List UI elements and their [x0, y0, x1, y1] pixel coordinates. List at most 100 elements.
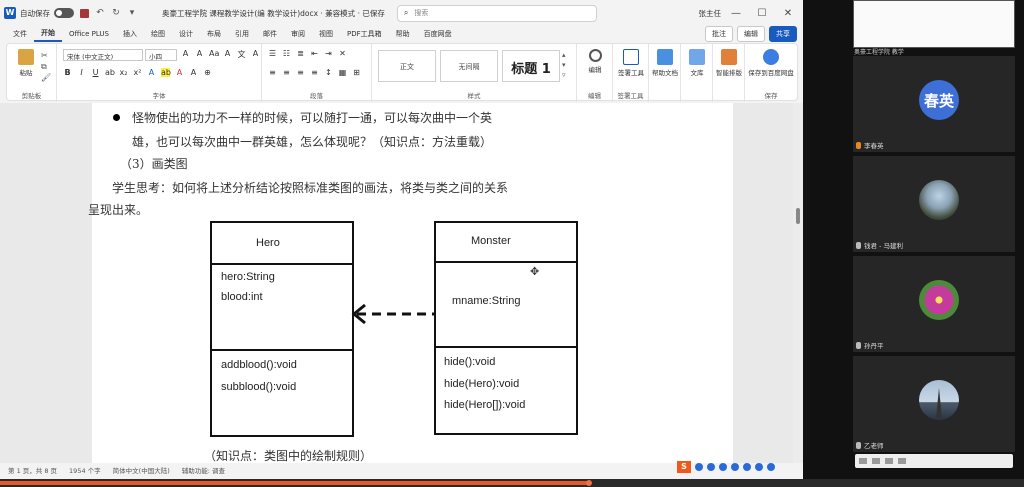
tab-insert[interactable]: 插入	[116, 27, 144, 41]
share-button[interactable]: 共享	[769, 26, 797, 42]
list-buttons[interactable]: ☰ ☷ ≣ ⇤ ⇥ ✕	[268, 49, 347, 58]
tab-pdf-tools[interactable]: PDF工具箱	[340, 27, 389, 41]
close-icon[interactable]: ✕	[777, 8, 799, 19]
font-name-select[interactable]: 宋体 (中文正文)	[63, 49, 143, 61]
styles-scroll-icon[interactable]: ▴ ▾ ▿	[562, 50, 566, 80]
clipboard-group: 粘贴 ✂ ⧉ 🖌 剪贴板	[7, 44, 57, 102]
tab-file[interactable]: 文件	[6, 27, 34, 41]
toolbar-item-icon[interactable]	[872, 458, 880, 464]
search-input[interactable]: ⌕ 搜索	[396, 4, 597, 22]
uml-hero-name: Hero	[256, 237, 280, 249]
customize-toolbar-icon[interactable]: ▾	[126, 7, 138, 19]
ime-skin-icon[interactable]	[755, 463, 763, 471]
status-words[interactable]: 1954 个字	[69, 465, 101, 475]
text-effects-icon[interactable]: A	[147, 68, 156, 77]
style-normal[interactable]: 正文	[378, 50, 436, 82]
subscript-icon[interactable]: x₂	[119, 68, 128, 77]
redo-icon[interactable]: ↻	[110, 7, 122, 19]
participant-name: 乙老师	[864, 442, 884, 450]
help-doc-button[interactable]: 帮助文档	[651, 49, 679, 77]
uml-hero-attr-2: blood:int	[221, 291, 263, 303]
alignment-buttons[interactable]: ≡ ≡ ≡ ≡ ↕ ▦ ⊞	[268, 68, 361, 77]
mic-icon	[856, 241, 861, 249]
tab-references[interactable]: 引用	[228, 27, 256, 41]
highlight-icon[interactable]: ab	[161, 68, 171, 77]
find-button[interactable]: 编辑	[581, 49, 609, 74]
bold-icon[interactable]: B	[63, 68, 72, 77]
save-to-cloud-button[interactable]: 保存到百度网盘	[747, 49, 795, 77]
font-color-icon[interactable]: A	[175, 68, 184, 77]
ime-menu-icon[interactable]	[767, 463, 775, 471]
library-button[interactable]: 文库	[683, 49, 711, 77]
clipboard-small-icons[interactable]: ✂ ⧉ 🖌	[41, 50, 51, 83]
vertical-scrollbar[interactable]	[793, 103, 803, 463]
toolbar-item-icon[interactable]	[898, 458, 906, 464]
char-border-icon[interactable]: ⊕	[203, 68, 212, 77]
ime-toolbar[interactable]: S	[677, 461, 775, 473]
participant-tile-1[interactable]: 春英 李春英	[853, 56, 1015, 152]
tab-home[interactable]: 开始	[34, 26, 62, 42]
tab-draw[interactable]: 绘图	[144, 27, 172, 41]
sign-tool-button[interactable]: 签署工具	[615, 49, 647, 77]
user-name[interactable]: 张主任	[699, 8, 722, 19]
dependency-arrow	[351, 303, 435, 325]
underline-icon[interactable]: U	[91, 68, 100, 77]
comment-button[interactable]: 批注	[705, 26, 733, 42]
italic-icon[interactable]: I	[77, 68, 86, 77]
tab-view[interactable]: 视图	[312, 27, 340, 41]
status-language[interactable]: 简体中文(中国大陆)	[113, 465, 170, 475]
participant-tile-4[interactable]: 乙老师	[853, 356, 1015, 452]
paragraph-group: ☰ ☷ ≣ ⇤ ⇥ ✕ ≡ ≡ ≡ ≡ ↕ ▦ ⊞ 段落	[262, 44, 372, 102]
sogou-ime-icon[interactable]: S	[677, 461, 691, 473]
editing-group: 编辑 编辑	[577, 44, 613, 102]
participant-label: 钱君 - 马建利	[856, 240, 903, 250]
superscript-icon[interactable]: x²	[133, 68, 142, 77]
ime-emoji-icon[interactable]	[719, 463, 727, 471]
avatar	[919, 380, 959, 420]
ime-tools-icon[interactable]	[743, 463, 751, 471]
edit-mode-button[interactable]: 编辑	[737, 26, 765, 42]
progress-knob[interactable]	[585, 480, 592, 486]
smart-layout-button[interactable]: 智能排版	[715, 49, 743, 77]
ribbon: 粘贴 ✂ ⧉ 🖌 剪贴板 宋体 (中文正文) 小四 A A Aa A 文 A B I U ab…	[6, 43, 798, 102]
style-no-spacing[interactable]: 无间隔	[440, 50, 498, 82]
status-accessibility[interactable]: 辅助功能: 调查	[182, 465, 225, 475]
search-placeholder: 搜索	[414, 9, 429, 17]
style-heading-1[interactable]: 标题 1	[502, 50, 560, 82]
autosave-toggle[interactable]	[54, 8, 74, 18]
tab-review[interactable]: 审阅	[284, 27, 312, 41]
paste-button[interactable]: 粘贴	[13, 49, 39, 77]
maximize-icon[interactable]: ☐	[751, 8, 773, 19]
uml-monster-attr-1: mname:String	[452, 295, 521, 307]
tab-layout[interactable]: 布局	[200, 27, 228, 41]
avatar	[919, 180, 959, 220]
save-icon[interactable]	[78, 7, 90, 19]
playback-progress-bar[interactable]	[0, 479, 1024, 487]
tab-help[interactable]: 帮助	[389, 27, 417, 41]
uml-monster-separator-2	[436, 346, 576, 348]
strikethrough-icon[interactable]: ab	[105, 68, 115, 77]
tab-mailings[interactable]: 邮件	[256, 27, 284, 41]
undo-icon[interactable]: ↶	[94, 7, 106, 19]
word-window: W 自动保存 ↶ ↻ ▾ 奥豪工程学院 课程教学设计(编 教学设计)docx ·…	[0, 0, 803, 487]
tab-office-plus[interactable]: Office PLUS	[62, 28, 116, 40]
shared-screen-thumbnail[interactable]: 奥豪工程学院 教学	[853, 0, 1015, 56]
char-shading-icon[interactable]: A	[189, 68, 198, 77]
toolbar-item-icon[interactable]	[859, 458, 867, 464]
font-size-select[interactable]: 小四	[145, 49, 177, 61]
tab-design[interactable]: 设计	[172, 27, 200, 41]
font-format-buttons[interactable]: B I U ab x₂ x² A ab A A ⊕	[63, 68, 212, 77]
tab-baidu-netdisk[interactable]: 百度网盘	[417, 27, 459, 41]
meeting-toolbar[interactable]	[855, 454, 1013, 468]
font-size-buttons[interactable]: A A Aa A 文 A	[181, 49, 260, 60]
participant-tile-3[interactable]: 孙丹平	[853, 256, 1015, 352]
document-page[interactable]: 怪物使出的功力不一样的时候，可以随打一通，可以每次曲中一个英 雄，也可以每次曲中…	[88, 103, 733, 463]
ime-keyboard-icon[interactable]	[731, 463, 739, 471]
participant-tile-2[interactable]: 钱君 - 马建利	[853, 156, 1015, 252]
minimize-icon[interactable]: —	[725, 8, 747, 19]
toolbar-item-icon[interactable]	[885, 458, 893, 464]
ime-voice-icon[interactable]	[707, 463, 715, 471]
ime-mode-icon[interactable]	[695, 463, 703, 471]
status-page[interactable]: 第 1 页，共 8 页	[8, 465, 57, 475]
scrollbar-thumb[interactable]	[796, 208, 800, 224]
